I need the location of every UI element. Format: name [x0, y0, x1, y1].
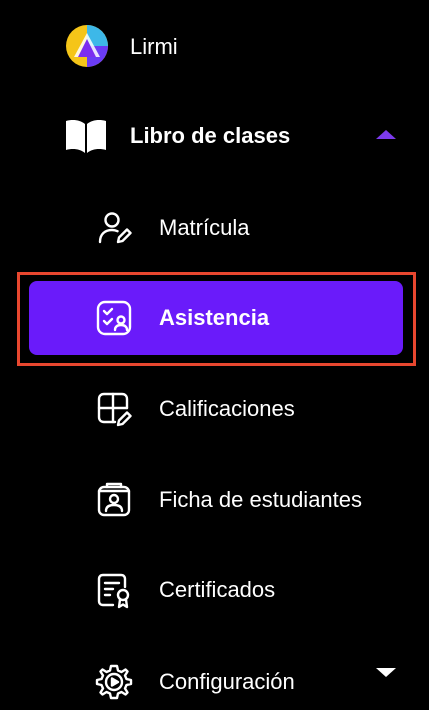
nav-item-calificaciones[interactable]: Calificaciones — [0, 381, 429, 437]
student-card-icon — [94, 480, 134, 520]
gear-play-icon — [94, 662, 134, 702]
brand-link[interactable]: Lirmi — [0, 18, 429, 74]
nav-section-label: Libro de clases — [130, 123, 291, 148]
nav-section-libro-de-clases[interactable]: Libro de clases — [0, 108, 429, 164]
user-edit-icon — [94, 208, 134, 248]
grid-edit-icon — [94, 389, 134, 429]
nav-item-matricula[interactable]: Matrícula — [0, 200, 429, 256]
caret-down-icon[interactable] — [376, 668, 396, 677]
nav-item-configuracion[interactable]: Configuración — [0, 654, 429, 710]
caret-up-icon[interactable] — [376, 130, 396, 139]
nav-item-label: Matrícula — [159, 215, 250, 240]
brand-name: Lirmi — [130, 34, 178, 59]
book-open-icon — [62, 116, 110, 156]
nav-item-label: Certificados — [159, 577, 276, 602]
nav-item-label: Asistencia — [159, 305, 270, 330]
certificate-icon — [94, 570, 134, 610]
nav-item-certificados[interactable]: Certificados — [0, 562, 429, 618]
attendance-icon — [94, 298, 134, 338]
nav-item-label: Configuración — [159, 669, 295, 694]
nav-item-ficha-de-estudiantes[interactable]: Ficha de estudiantes — [0, 472, 429, 528]
nav-item-label: Calificaciones — [159, 396, 295, 421]
nav-item-label: Ficha de estudiantes — [159, 487, 363, 512]
nav-item-asistencia[interactable]: Asistencia — [29, 281, 403, 355]
lirmi-logo-icon — [64, 23, 110, 69]
